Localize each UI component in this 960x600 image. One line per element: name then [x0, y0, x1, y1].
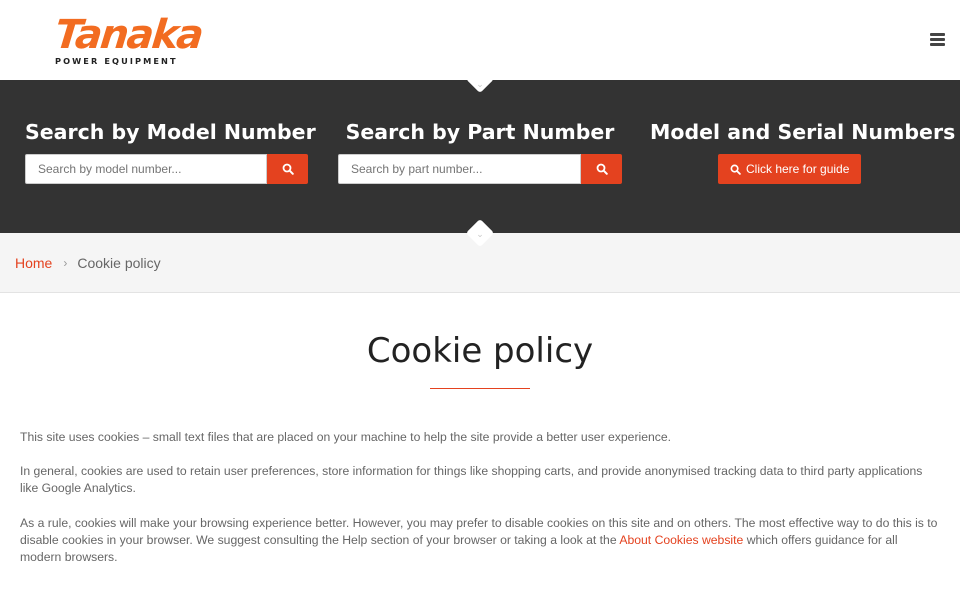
search-band: ⌄ Search by Model Number Search by Part …	[0, 64, 960, 248]
part-search-button[interactable]	[581, 154, 622, 184]
part-search-input[interactable]	[338, 154, 581, 184]
chevron-right-icon: ›	[63, 255, 68, 270]
serial-guide-button[interactable]: Click here for guide	[718, 154, 862, 184]
hamburger-menu-icon[interactable]	[930, 33, 945, 46]
logo-subtitle: POWER EQUIPMENT	[55, 56, 178, 66]
model-search-button[interactable]	[267, 154, 308, 184]
policy-text: This site uses cookies – small text file…	[0, 389, 960, 566]
chevron-down-icon: ⌄	[476, 79, 484, 89]
model-search-title: Search by Model Number	[25, 120, 316, 144]
part-search-row	[338, 154, 622, 184]
serial-guide-label: Click here for guide	[746, 162, 850, 176]
page-title: Cookie policy	[366, 331, 594, 371]
serial-guide-title: Model and Serial Numbers	[650, 120, 956, 144]
logo-wordmark: Tanaka	[52, 12, 205, 58]
breadcrumb-home-link[interactable]: Home	[15, 255, 52, 271]
about-cookies-link[interactable]: About Cookies website	[619, 533, 743, 547]
model-search-section: Search by Model Number	[25, 118, 316, 184]
search-icon	[282, 163, 294, 175]
serial-guide-section: Model and Serial Numbers Click here for …	[650, 118, 956, 184]
paragraph-2: In general, cookies are used to retain u…	[20, 464, 923, 496]
search-icon	[730, 164, 741, 175]
search-icon	[596, 163, 608, 175]
paragraph-3: As a rule, cookies will make your browsi…	[20, 515, 940, 567]
chevron-down-icon[interactable]: ⌄	[476, 230, 484, 239]
tanaka-logo[interactable]: Tanaka ® POWER EQUIPMENT	[53, 12, 204, 68]
paragraph-1: This site uses cookies – small text file…	[20, 430, 672, 444]
part-search-section: Search by Part Number	[338, 118, 622, 184]
main-content: Cookie policy This site uses cookies – s…	[0, 329, 960, 566]
model-search-row	[25, 154, 308, 184]
breadcrumb-current: Cookie policy	[77, 254, 161, 271]
logo-registered-mark: ®	[179, 44, 184, 50]
part-search-title: Search by Part Number	[345, 120, 615, 144]
model-search-input[interactable]	[25, 154, 267, 184]
